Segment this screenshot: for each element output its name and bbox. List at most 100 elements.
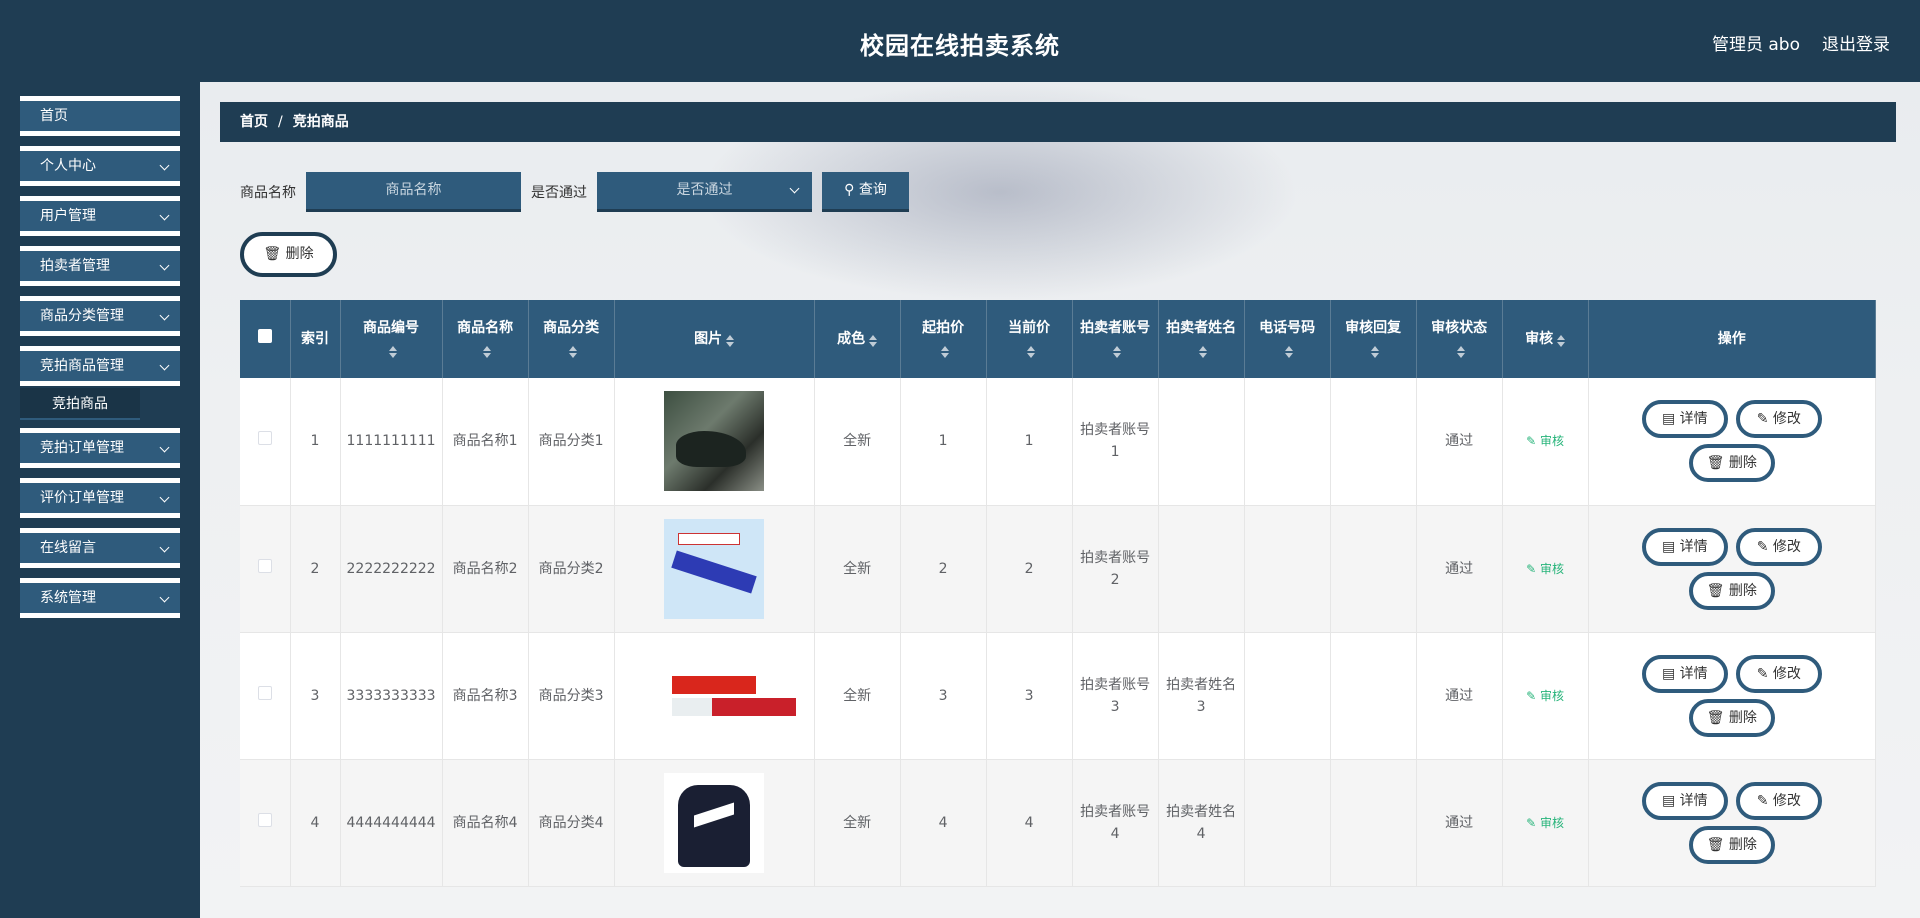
cell-code: 3333333333 [340,632,443,760]
sidebar-item-label: 评价订单管理 [40,490,124,506]
chevron-down-icon [159,492,170,503]
logout-link[interactable]: 退出登录 [1822,30,1890,55]
edit-button[interactable]: ✎ 修改 [1735,781,1822,820]
audit-label: 审核 [1540,561,1565,576]
edit-button[interactable]: ✎ 修改 [1735,527,1822,566]
cell-audit: ✎ 审核 [1502,632,1589,760]
row-checkbox[interactable] [240,759,291,887]
goods-name-input[interactable]: 商品名称 [306,172,521,212]
cell-condition: 全新 [814,378,901,506]
col-phone[interactable]: 电话号码 [1244,300,1331,378]
sidebar-subitem-auction-goods[interactable]: 竞拍商品 [20,388,140,420]
sidebar-item-profile[interactable]: 个人中心 [20,146,180,186]
breadcrumb-separator: / [278,114,283,130]
product-image[interactable] [664,772,765,873]
sort-icon[interactable] [1199,346,1208,358]
col-status[interactable]: 审核状态 [1416,300,1503,378]
sort-icon[interactable] [389,346,398,358]
batch-delete-button[interactable]: 🗑 删除 [240,232,337,277]
col-audit[interactable]: 审核 [1502,300,1589,378]
sidebar-item-label: 在线留言 [40,540,96,556]
sort-icon[interactable] [941,346,950,358]
row-checkbox[interactable] [240,378,291,506]
sidebar-item-sellers[interactable]: 拍卖者管理 [20,246,180,286]
checkbox-icon [257,558,272,573]
pass-status-select[interactable]: 是否通过 [597,172,812,212]
sort-icon[interactable] [1027,346,1036,358]
audit-link[interactable]: ✎ 审核 [1526,562,1564,576]
sort-icon[interactable] [1371,346,1380,358]
cell-seller-name [1158,378,1245,506]
breadcrumb-current: 竞拍商品 [292,114,349,130]
delete-button[interactable]: 🗑 删除 [1688,571,1775,610]
cell-seller-account: 拍卖者账号2 [1072,505,1159,633]
cell-current-price: 1 [986,378,1073,506]
sidebar-item-users[interactable]: 用户管理 [20,196,180,236]
cell-operations: ▤ 详情 ✎ 修改 🗑 删除 [1588,505,1877,633]
col-code-label: 商品编号 [363,320,420,336]
sort-icon[interactable] [869,335,878,347]
delete-button-label: 删除 [1728,836,1757,853]
sort-icon[interactable] [726,335,735,347]
edit-button[interactable]: ✎ 修改 [1735,400,1822,439]
detail-button[interactable]: ▤ 详情 [1641,527,1728,566]
col-seller-account-label: 拍卖者账号 [1080,320,1151,336]
sort-icon[interactable] [1457,346,1466,358]
col-image[interactable]: 图片 [614,300,815,378]
sidebar-item-categories[interactable]: 商品分类管理 [20,296,180,336]
product-image[interactable] [664,391,765,492]
sort-icon[interactable] [483,346,492,358]
delete-button[interactable]: 🗑 删除 [1688,825,1775,864]
col-seller-name[interactable]: 拍卖者姓名 [1158,300,1245,378]
edit-button[interactable]: ✎ 修改 [1735,654,1822,693]
sidebar-item-review-orders[interactable]: 评价订单管理 [20,478,180,518]
chevron-down-icon [159,360,170,371]
edit-icon: ✎ [1756,411,1773,428]
audit-link[interactable]: ✎ 审核 [1526,816,1564,830]
query-button[interactable]: ⚲ 查询 [822,172,909,212]
audit-link[interactable]: ✎ 审核 [1526,689,1564,703]
edit-icon: ✎ [1526,434,1540,449]
col-reply[interactable]: 审核回复 [1330,300,1417,378]
cell-phone [1244,759,1331,887]
document-icon: ▤ [1661,665,1680,682]
detail-button[interactable]: ▤ 详情 [1641,781,1728,820]
sidebar-item-auction-goods[interactable]: 竞拍商品管理 [20,346,180,386]
col-start-price[interactable]: 起拍价 [900,300,987,378]
col-current-price[interactable]: 当前价 [986,300,1073,378]
row-checkbox[interactable] [240,505,291,633]
col-code[interactable]: 商品编号 [340,300,443,378]
cell-condition: 全新 [814,505,901,633]
col-seller-account[interactable]: 拍卖者账号 [1072,300,1159,378]
chevron-down-icon [159,542,170,553]
breadcrumb: 首页 / 竞拍商品 [220,102,1896,142]
delete-button[interactable]: 🗑 删除 [1688,698,1775,737]
sort-icon[interactable] [1113,346,1122,358]
sort-icon[interactable] [1557,335,1566,347]
chevron-down-icon [159,260,170,271]
row-checkbox[interactable] [240,632,291,760]
sidebar-item-auction-orders[interactable]: 竞拍订单管理 [20,428,180,468]
product-image[interactable] [664,645,797,746]
sidebar-item-home[interactable]: 首页 [20,96,180,136]
sidebar-item-messages[interactable]: 在线留言 [20,528,180,568]
sidebar-item-system[interactable]: 系统管理 [20,578,180,618]
sort-icon[interactable] [569,346,578,358]
audit-link[interactable]: ✎ 审核 [1526,434,1564,448]
detail-button[interactable]: ▤ 详情 [1641,654,1728,693]
product-image[interactable] [664,518,765,619]
cell-current-price: 4 [986,759,1073,887]
breadcrumb-home[interactable]: 首页 [240,114,268,130]
col-category[interactable]: 商品分类 [528,300,615,378]
col-condition[interactable]: 成色 [814,300,901,378]
cell-operations: ▤ 详情 ✎ 修改 🗑 删除 [1588,632,1877,760]
col-name[interactable]: 商品名称 [442,300,529,378]
col-condition-label: 成色 [837,331,866,347]
goods-name-label: 商品名称 [240,185,296,201]
delete-button[interactable]: 🗑 删除 [1688,444,1775,483]
cell-category: 商品分类4 [528,759,615,887]
select-all-checkbox[interactable] [240,300,291,378]
detail-button[interactable]: ▤ 详情 [1641,400,1728,439]
sort-icon[interactable] [1285,346,1294,358]
col-operations: 操作 [1588,300,1877,378]
